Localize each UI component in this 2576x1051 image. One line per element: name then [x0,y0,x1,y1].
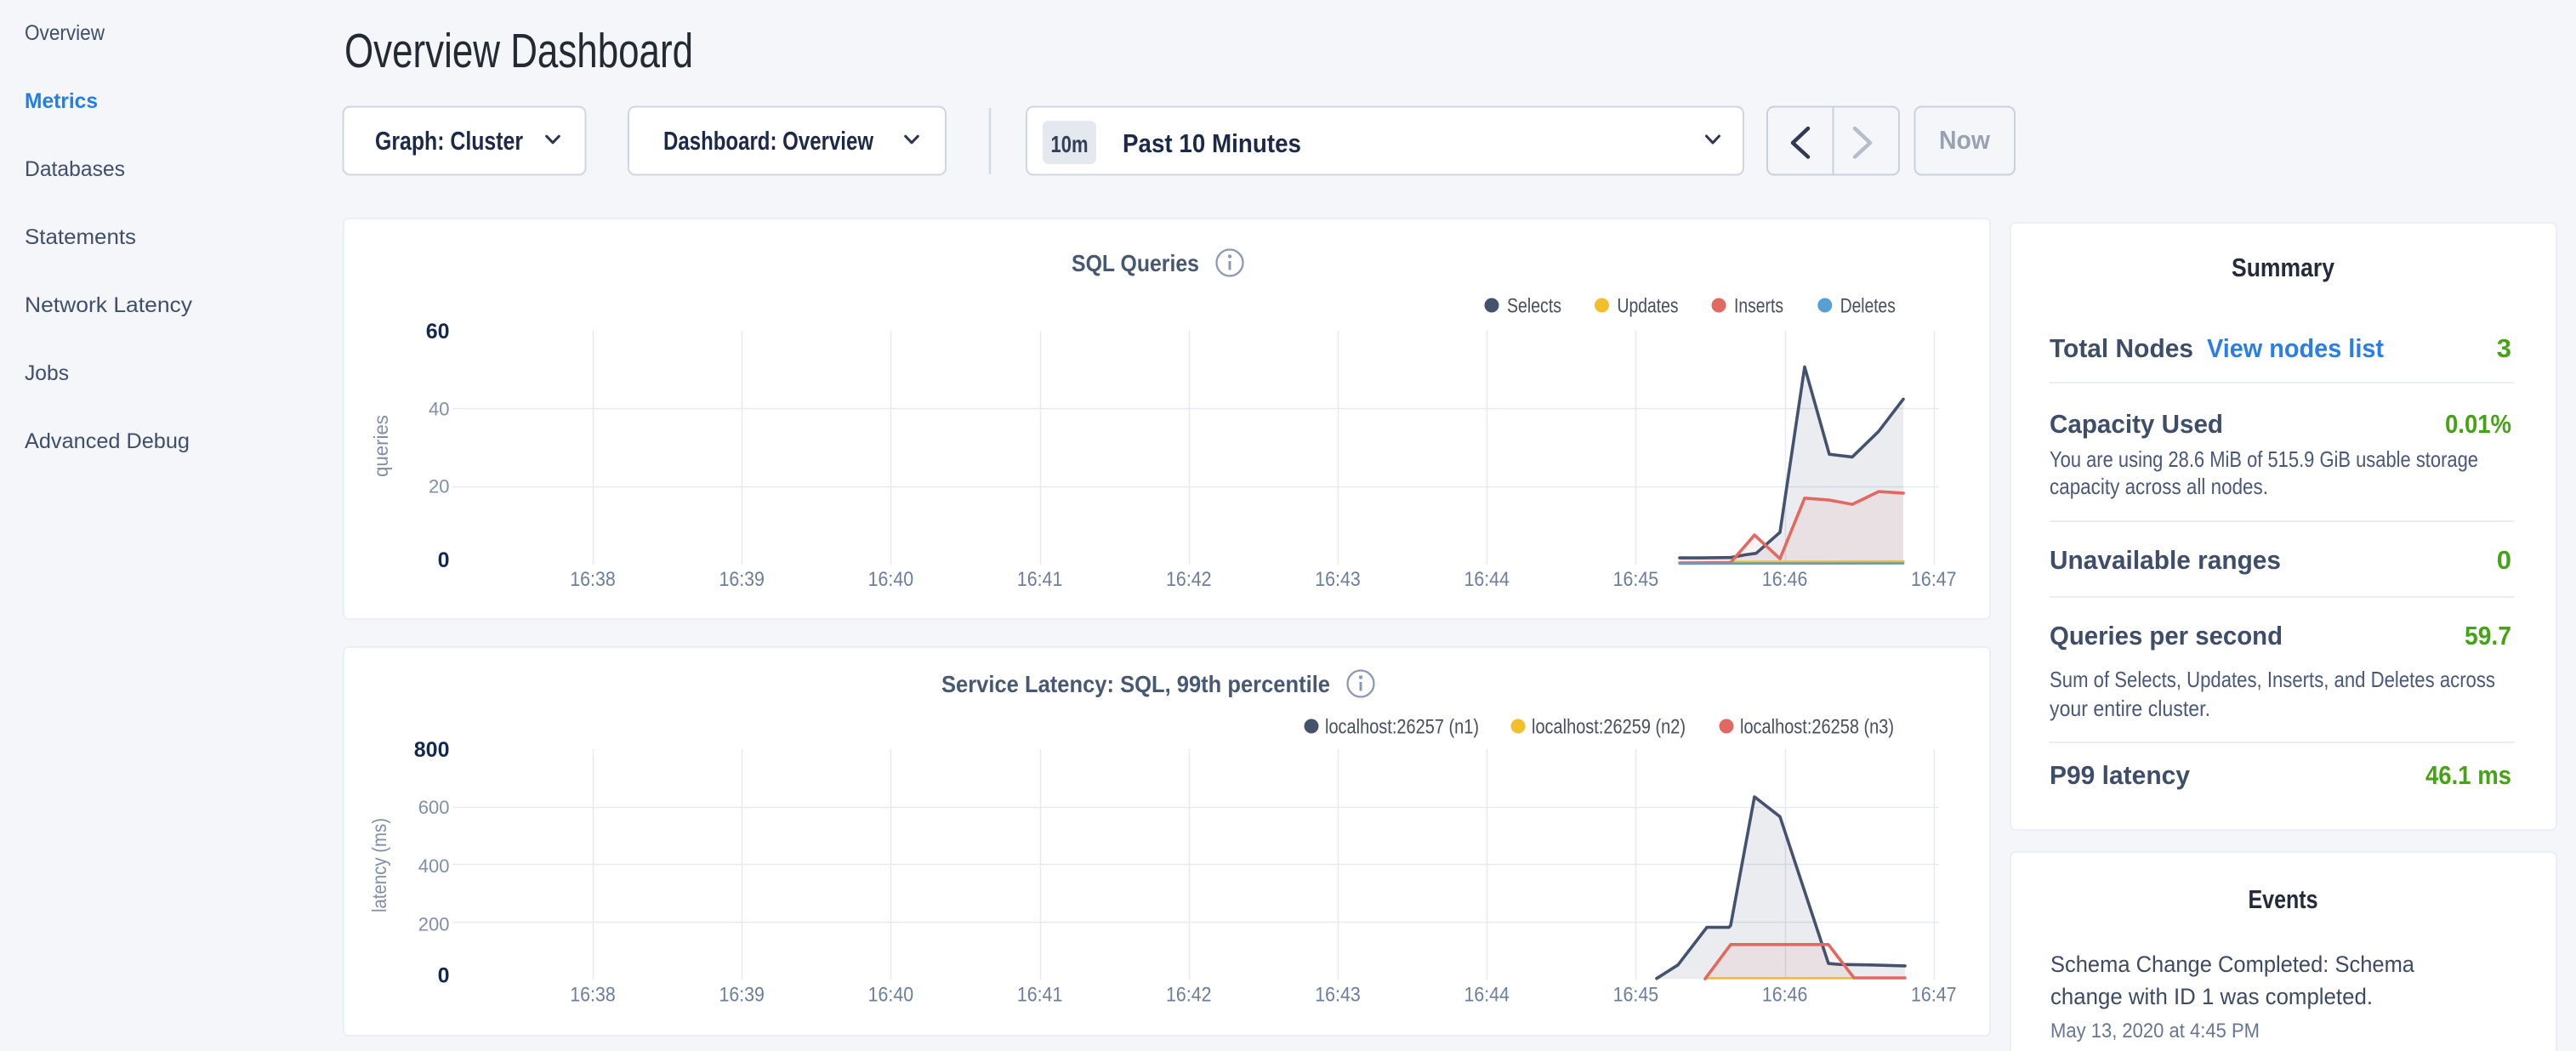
svg-text:Overview: Overview [25,21,105,45]
svg-text:400: 400 [418,855,450,877]
svg-text:10m: 10m [1051,131,1089,157]
svg-text:Deletes: Deletes [1840,295,1896,318]
svg-text:16:40: 16:40 [868,568,914,591]
svg-text:SQL Queries: SQL Queries [1072,250,1199,276]
svg-text:Dashboard: Overview: Dashboard: Overview [663,126,874,156]
svg-text:Network Latency: Network Latency [25,293,193,317]
svg-text:Overview Dashboard: Overview Dashboard [344,24,693,78]
svg-text:16:44: 16:44 [1464,984,1510,1007]
svg-text:your entire cluster.: your entire cluster. [2050,696,2210,721]
svg-text:16:39: 16:39 [719,984,765,1007]
svg-text:Updates: Updates [1618,295,1679,318]
svg-text:16:43: 16:43 [1315,984,1361,1007]
svg-text:16:42: 16:42 [1166,568,1212,591]
svg-text:16:39: 16:39 [719,568,765,591]
svg-text:800: 800 [414,738,450,762]
svg-text:16:40: 16:40 [868,984,914,1007]
svg-text:Queries per second: Queries per second [2050,621,2283,650]
svg-text:16:46: 16:46 [1762,984,1808,1007]
svg-text:16:45: 16:45 [1613,568,1659,591]
svg-text:localhost:26257 (n1): localhost:26257 (n1) [1325,716,1479,739]
svg-text:0: 0 [2497,545,2511,575]
svg-text:59.7: 59.7 [2465,621,2511,650]
svg-text:localhost:26259 (n2): localhost:26259 (n2) [1532,716,1686,739]
svg-text:600: 600 [418,797,450,818]
svg-text:Metrics: Metrics [25,89,98,113]
svg-text:16:38: 16:38 [570,984,616,1007]
svg-text:Total Nodes: Total Nodes [2050,333,2193,363]
svg-text:16:44: 16:44 [1464,568,1510,591]
svg-text:capacity across all nodes.: capacity across all nodes. [2050,474,2268,499]
svg-text:P99 latency: P99 latency [2050,760,2191,790]
svg-text:16:45: 16:45 [1613,984,1659,1007]
svg-text:Summary: Summary [2232,253,2335,282]
svg-text:Inserts: Inserts [1734,295,1783,318]
svg-text:View nodes list: View nodes list [2207,333,2384,363]
svg-text:Advanced Debug: Advanced Debug [25,429,190,453]
svg-text:200: 200 [418,913,450,935]
svg-text:Capacity Used: Capacity Used [2050,409,2223,439]
svg-text:queries: queries [370,415,392,477]
svg-text:40: 40 [429,398,449,419]
svg-text:16:42: 16:42 [1166,984,1212,1007]
svg-text:Selects: Selects [1507,295,1561,318]
svg-text:latency (ms): latency (ms) [368,818,390,912]
svg-text:16:47: 16:47 [1911,568,1957,591]
svg-text:16:43: 16:43 [1315,568,1361,591]
svg-text:0: 0 [438,964,450,988]
svg-text:Graph: Cluster: Graph: Cluster [375,126,523,156]
svg-text:Databases: Databases [25,157,125,181]
svg-text:Now: Now [1939,125,1991,155]
svg-text:May 13, 2020 at 4:45 PM: May 13, 2020 at 4:45 PM [2050,1020,2260,1042]
svg-text:Statements: Statements [25,225,136,249]
svg-text:16:46: 16:46 [1762,568,1808,591]
svg-text:change with ID 1 was completed: change with ID 1 was completed. [2050,984,2373,1009]
svg-text:46.1 ms: 46.1 ms [2425,760,2511,790]
svg-text:0.01%: 0.01% [2445,409,2511,439]
svg-text:16:41: 16:41 [1017,568,1063,591]
svg-text:16:47: 16:47 [1911,984,1957,1007]
svg-text:60: 60 [426,320,450,344]
svg-text:16:41: 16:41 [1017,984,1063,1007]
svg-text:3: 3 [2497,333,2511,363]
svg-text:Service Latency: SQL, 99th per: Service Latency: SQL, 99th percentile [941,671,1330,697]
svg-text:16:38: 16:38 [570,568,616,591]
svg-text:Sum of Selects, Updates, Inser: Sum of Selects, Updates, Inserts, and De… [2050,667,2495,692]
svg-text:Schema Change Completed: Schem: Schema Change Completed: Schema [2050,952,2415,977]
svg-text:0: 0 [438,548,450,572]
svg-text:Jobs: Jobs [25,361,69,385]
svg-text:20: 20 [429,476,449,497]
svg-text:Unavailable ranges: Unavailable ranges [2050,545,2281,575]
svg-text:localhost:26258 (n3): localhost:26258 (n3) [1740,716,1894,739]
svg-text:Past 10 Minutes: Past 10 Minutes [1123,128,1301,158]
svg-text:You are using 28.6 MiB of 515.: You are using 28.6 MiB of 515.9 GiB usab… [2050,446,2478,472]
svg-text:Events: Events [2249,884,2318,914]
